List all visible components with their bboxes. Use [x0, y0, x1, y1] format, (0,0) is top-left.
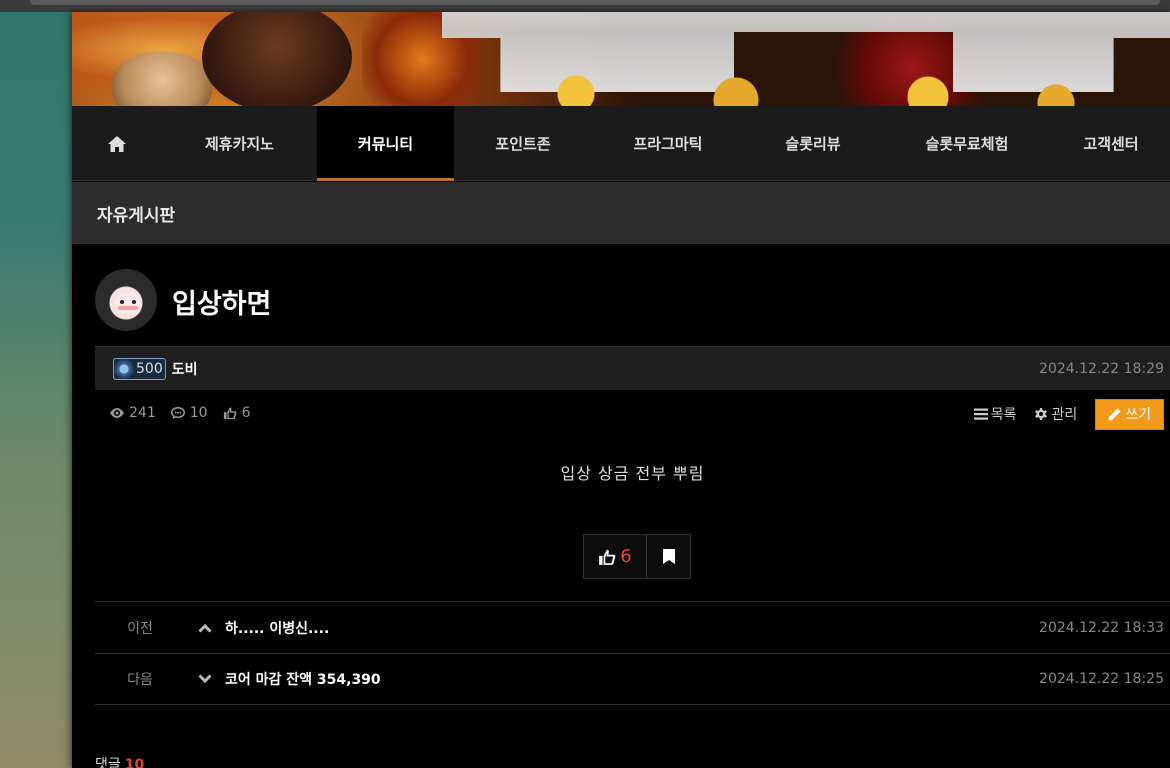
nav-item-slot-review[interactable]: 슬롯리뷰 — [744, 106, 882, 181]
level-number: 500 — [136, 360, 163, 377]
comment-section-count: 10 — [124, 757, 145, 768]
bookmark-icon — [662, 549, 675, 564]
manage-button[interactable]: 관리 — [1034, 404, 1077, 424]
author-avatar — [95, 269, 157, 331]
like-count: 6 — [222, 405, 251, 421]
gear-icon — [1035, 408, 1048, 420]
next-post-title[interactable]: 코어 마감 잔액 354,390 — [225, 669, 381, 689]
next-post-date: 2024.12.22 18:25 — [1039, 671, 1164, 687]
nav-item-free-slot[interactable]: 슬롯무료체험 — [882, 106, 1052, 181]
comment-count: 10 — [170, 405, 208, 421]
bookmark-button[interactable] — [647, 535, 690, 578]
main-nav: 제휴카지노 커뮤니티 포인트존 프라그마틱 슬롯리뷰 슬롯무료체험 고객센터 — [72, 106, 1170, 181]
nav-item-label: 제휴카지노 — [204, 135, 274, 153]
nav-item-customer-center[interactable]: 고객센터 — [1052, 106, 1170, 181]
nav-item-community[interactable]: 커뮤니티 — [317, 106, 454, 181]
view-count-value: 241 — [129, 405, 156, 421]
list-button[interactable]: 목록 — [973, 404, 1017, 424]
like-button-count: 6 — [620, 546, 632, 567]
like-count-value: 6 — [241, 405, 251, 421]
browser-top-bar — [0, 0, 1170, 12]
board-title: 자유게시판 — [72, 182, 1170, 244]
comment-section-header: 댓글 10 — [95, 754, 144, 768]
prev-post-row[interactable]: 이전 하..... 이병신.... 2024.12.22 18:33 — [95, 601, 1170, 653]
page-container: 제휴카지노 커뮤니티 포인트존 프라그마틱 슬롯리뷰 슬롯무료체험 고객센터 자… — [72, 12, 1170, 768]
author-name[interactable]: 도비 — [172, 359, 198, 379]
thumbs-up-icon — [223, 407, 237, 420]
level-star-icon — [114, 358, 134, 379]
list-button-label: 목록 — [990, 407, 1017, 423]
site-banner[interactable] — [72, 12, 1170, 106]
write-button-label: 쓰기 — [1125, 407, 1151, 423]
post-stats: 241 10 6 — [109, 403, 250, 423]
eye-icon — [110, 408, 124, 418]
nav-item-label: 커뮤니티 — [357, 135, 414, 153]
post-actions: 목록 관리 쓰기 — [973, 398, 1164, 430]
prev-post-title[interactable]: 하..... 이병신.... — [225, 618, 329, 638]
prev-label: 이전 — [127, 620, 153, 637]
vote-box: 6 — [583, 534, 691, 579]
level-badge: 500 — [113, 357, 166, 380]
chevron-up-icon — [185, 623, 225, 633]
like-button[interactable]: 6 — [584, 535, 647, 578]
nav-item-label: 포인트존 — [495, 135, 551, 153]
nav-item-partner-casino[interactable]: 제휴카지노 — [162, 106, 317, 181]
next-label: 다음 — [127, 672, 153, 688]
nav-item-label: 프라그마틱 — [633, 135, 703, 153]
browser-tab-strip — [30, 0, 1160, 5]
chevron-down-icon — [185, 674, 225, 684]
nav-home[interactable] — [72, 106, 162, 181]
view-count: 241 — [109, 405, 156, 421]
thumbs-up-icon — [599, 549, 616, 565]
nav-item-label: 슬롯무료체험 — [925, 135, 1009, 153]
nav-item-label: 고객센터 — [1083, 135, 1139, 153]
home-icon — [108, 135, 126, 152]
nav-item-point-zone[interactable]: 포인트존 — [454, 106, 592, 181]
author-bar: 500 도비 2024.12.22 18:29 — [95, 346, 1170, 390]
comment-count-value: 10 — [189, 405, 208, 421]
post-date: 2024.12.22 18:29 — [1039, 360, 1164, 377]
comment-icon — [170, 407, 185, 419]
prev-post-date: 2024.12.22 18:33 — [1039, 619, 1164, 636]
next-post-row[interactable]: 다음 코어 마감 잔액 354,390 2024.12.22 18:25 — [95, 653, 1170, 705]
list-icon — [973, 408, 988, 420]
comment-section-label: 댓글 — [95, 757, 121, 768]
post-title: 입상하면 — [172, 289, 272, 320]
nav-item-pragmatic[interactable]: 프라그마틱 — [592, 106, 744, 181]
nav-item-label: 슬롯리뷰 — [785, 135, 841, 153]
pencil-icon — [1108, 408, 1121, 420]
post-body: 입상 상금 전부 뿌림 — [560, 464, 705, 483]
manage-button-label: 관리 — [1051, 407, 1078, 423]
write-button[interactable]: 쓰기 — [1095, 398, 1164, 430]
